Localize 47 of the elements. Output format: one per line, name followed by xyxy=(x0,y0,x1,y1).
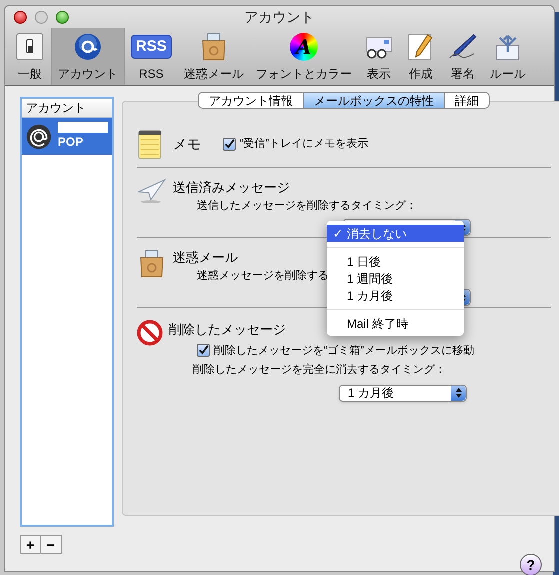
column-header: アカウント xyxy=(22,99,112,118)
toolbar-button[interactable]: 表示 xyxy=(358,28,400,85)
checkbox[interactable] xyxy=(223,138,236,151)
close-button[interactable] xyxy=(14,10,27,24)
section-title: 削除したメッセージ xyxy=(169,321,286,339)
paper-plane-icon xyxy=(137,178,167,204)
notepad-icon xyxy=(137,128,163,160)
tab[interactable]: アカウント情報 xyxy=(198,92,304,109)
toolbar-button[interactable]: A フォントとカラー xyxy=(250,28,358,85)
font-color-icon: A xyxy=(290,33,318,61)
prompt-text: 削除したメッセージを完全に消去するタイミング： xyxy=(193,362,446,378)
popup-button[interactable]: 1 カ月後 xyxy=(339,384,467,402)
toolbar-button[interactable]: 作成 xyxy=(400,28,442,85)
menu-item[interactable]: 1 カ月後 xyxy=(327,287,464,304)
tab[interactable]: 詳細 xyxy=(445,92,490,109)
switch-icon xyxy=(15,32,45,62)
tab[interactable]: メールボックスの特性 xyxy=(304,92,445,109)
menu-item[interactable]: Mail 終了時 xyxy=(327,315,464,332)
section-title: 迷惑メール xyxy=(173,249,238,267)
menu-item[interactable]: 1 週間後 xyxy=(327,270,464,287)
add-button[interactable]: + xyxy=(20,535,41,554)
at-sign-icon xyxy=(26,124,52,150)
checkbox-label: 削除したメッセージを“ゴミ箱”メールボックスに移動 xyxy=(214,344,474,358)
section-title: メモ xyxy=(173,135,202,154)
menu-item[interactable]: ✓ 消去しない xyxy=(327,225,464,242)
toolbar-button[interactable]: ルール xyxy=(484,28,532,85)
menu-item[interactable]: 1 日後 xyxy=(327,253,464,270)
account-type: POP xyxy=(58,134,84,151)
toolbar-button[interactable]: 一般 xyxy=(9,28,51,85)
toolbar-button[interactable]: アカウント xyxy=(51,28,125,85)
prohibited-icon xyxy=(137,320,163,346)
window-title: アカウント xyxy=(244,8,314,26)
zoom-button[interactable] xyxy=(56,10,69,24)
help-button[interactable]: ? xyxy=(520,554,542,575)
at-sign-icon xyxy=(73,32,103,62)
toolbar-button[interactable]: 迷惑メール xyxy=(178,28,250,85)
checkbox[interactable] xyxy=(197,344,210,358)
remove-button[interactable]: − xyxy=(41,535,62,554)
account-item[interactable]: POP xyxy=(22,118,112,155)
stepper-icon xyxy=(456,388,462,398)
section-title: 送信済みメッセージ xyxy=(173,179,290,197)
toolbar-button[interactable]: RSS RSS xyxy=(125,28,178,85)
toolbar-button[interactable]: 署名 xyxy=(442,28,484,85)
checkbox-label: “受信”トレイにメモを表示 xyxy=(240,136,368,152)
prompt-text: 送信したメッセージを削除するタイミング： xyxy=(197,198,417,214)
redaction-block xyxy=(58,122,108,133)
rss-icon: RSS xyxy=(131,35,172,59)
